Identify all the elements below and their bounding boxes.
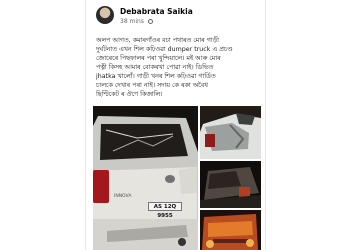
post-text-line: ছিণ্টিকেট ৰ ঔণে কিজালি। <box>96 91 163 98</box>
truck-front-illustration <box>200 210 261 250</box>
post-meta: 38 mins <box>120 18 153 25</box>
night-accident-illustration <box>200 161 261 208</box>
screenshot-canvas: Debabrata Saikia 38 mins অলপ আগত, কমাৰগা… <box>0 0 350 250</box>
post-time[interactable]: 38 mins <box>120 18 144 25</box>
author-name[interactable]: Debabrata Saikia <box>120 7 193 16</box>
damaged-car-rear-photo[interactable]: INNOVA AS 12Q 9955 <box>93 106 198 250</box>
post-text-line: চালকে দেখাৰ পৰা নাই। সদায় কে ৰকা অবৈধ <box>96 82 208 89</box>
post-text: অলপ আগত, কমাৰগাঁওৰ বচা পথাৰত মোৰ গাড়ী দ… <box>96 36 261 99</box>
damaged-car-rear-illustration <box>93 106 198 250</box>
damaged-bumper-photo[interactable] <box>200 106 261 159</box>
post-header: Debabrata Saikia 38 mins <box>96 6 259 30</box>
truck-front-photo[interactable] <box>200 210 261 250</box>
night-accident-photo[interactable] <box>200 161 261 208</box>
bumper-damage-illustration <box>200 106 261 159</box>
globe-icon <box>147 19 153 24</box>
avatar[interactable] <box>96 6 114 24</box>
post-text-line: অলপ আগত, কমাৰগাঁওৰ বচা পথাৰত মোৰ গাড়ী <box>96 37 219 44</box>
photo-grid: INNOVA AS 12Q 9955 <box>93 106 261 250</box>
post-text-line: দুৰ্ঘটনাত এখন শিল কঢ়িওৱা dumper truck এ… <box>96 46 233 53</box>
facebook-post: Debabrata Saikia 38 mins অলপ আগত, কমাৰগা… <box>85 0 266 250</box>
vehicle-badge: INNOVA <box>114 194 132 199</box>
license-plate: AS 12Q 9955 <box>148 202 182 219</box>
post-text-line: jhatka খালোঁ। গাড়ী খনৰ শিল কঢ়িওৱা গাৰ্… <box>96 73 216 80</box>
post-text-line: জোৰেৰে পিছফালৰ পৰা খুন্দিয়ালে। মই আৰু ম… <box>96 55 221 62</box>
post-text-line: পত্নী কিসহ আমাৰ বোকৰখা পোৱা নাই। ডিভিত <box>96 64 214 71</box>
